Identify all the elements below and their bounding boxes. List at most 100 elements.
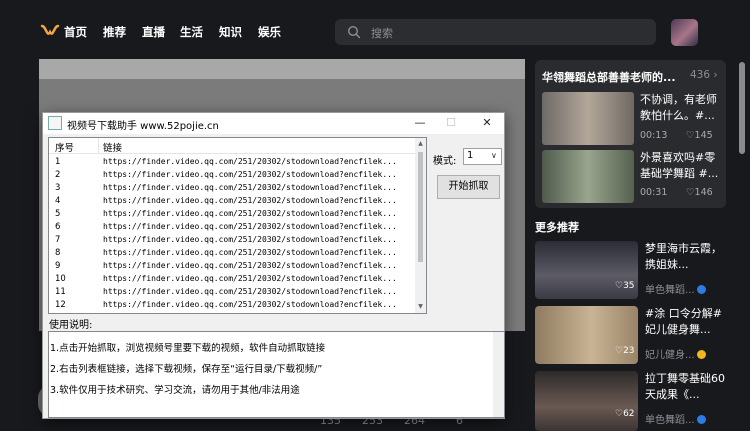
row-link[interactable]: https://finder.video.qq.com/251/20302/st…	[103, 287, 397, 296]
table-row[interactable]: 5 https://finder.video.qq.com/251/20302/s…	[49, 208, 415, 221]
recommend-likes: ♡62	[615, 409, 635, 419]
recommend-thumbnail[interactable]: ♡23	[535, 306, 638, 364]
mode-label: 模式:	[433, 156, 457, 167]
verified-badge-icon	[696, 415, 706, 424]
heart-icon: ♡	[615, 281, 624, 291]
author-name: 单色舞蹈...	[645, 415, 695, 426]
row-number: 5	[55, 209, 61, 219]
row-link[interactable]: https://finder.video.qq.com/251/20302/st…	[103, 170, 397, 179]
row-number: 1	[55, 157, 61, 167]
scroll-down-icon[interactable]: ▼	[417, 303, 424, 310]
nav-entertainment[interactable]: 娱乐	[258, 24, 281, 40]
row-link[interactable]: https://finder.video.qq.com/251/20302/st…	[103, 300, 397, 309]
nav-recommend[interactable]: 推荐	[103, 24, 126, 40]
nav-home[interactable]: 首页	[64, 24, 87, 40]
nav-live[interactable]: 直播	[142, 24, 165, 40]
minimize-button[interactable]: —	[409, 115, 431, 131]
row-link[interactable]: https://finder.video.qq.com/251/20302/st…	[103, 196, 397, 205]
recommend-thumbnail[interactable]: ♡62	[535, 371, 638, 431]
collection-thumbnail[interactable]	[542, 92, 634, 145]
verified-badge-icon	[696, 350, 706, 359]
row-link[interactable]: https://finder.video.qq.com/251/20302/st…	[103, 222, 397, 231]
window-titlebar[interactable]: 视频号下载助手 www.52pojie.cn — ☐ ✕	[43, 113, 504, 134]
verified-badge-icon	[696, 285, 706, 294]
collection-video-likes: ♡145	[686, 130, 713, 141]
video-top-strip	[39, 59, 525, 79]
recommend-likes: ♡35	[615, 281, 635, 291]
heart-icon: ♡	[615, 346, 624, 356]
table-row[interactable]: 2 https://finder.video.qq.com/251/20302/s…	[49, 169, 415, 182]
search-placeholder: 搜索	[371, 27, 393, 40]
table-row[interactable]: 1 https://finder.video.qq.com/251/20302/s…	[49, 156, 415, 169]
recommend-likes: ♡23	[615, 346, 635, 356]
recommend-thumbnail[interactable]: ♡35	[535, 241, 638, 299]
row-link[interactable]: https://finder.video.qq.com/251/20302/st…	[103, 157, 397, 166]
top-nav: 首页 推荐 直播 生活 知识 娱乐 搜索	[0, 0, 750, 62]
row-link[interactable]: https://finder.video.qq.com/251/20302/st…	[103, 274, 397, 283]
page-scrollbar[interactable]	[739, 62, 745, 154]
avatar[interactable]	[671, 19, 698, 46]
row-number: 7	[55, 235, 61, 245]
likes-value: 35	[623, 281, 635, 291]
row-number: 10	[55, 274, 66, 284]
row-link[interactable]: https://finder.video.qq.com/251/20302/st…	[103, 235, 397, 244]
usage-line: 3.软件仅用于技术研究、学习交流，请勿用于其他/非法用途	[50, 385, 300, 396]
table-row[interactable]: 10 https://finder.video.qq.com/251/20302/…	[49, 273, 415, 286]
close-button[interactable]: ✕	[476, 115, 498, 131]
table-row[interactable]: 11 https://finder.video.qq.com/251/20302/…	[49, 286, 415, 299]
column-header-link[interactable]: 链接	[103, 140, 122, 154]
search-box[interactable]: 搜索	[335, 19, 656, 45]
collection-video-likes: ♡146	[686, 187, 713, 198]
table-row[interactable]: 7 https://finder.video.qq.com/251/20302/s…	[49, 234, 415, 247]
usage-line: 2.右击列表框链接，选择下载视频，保存至“运行目录/下载视频/”	[50, 364, 323, 375]
list-scrollbar[interactable]: ▲ ▼	[415, 138, 426, 313]
table-row[interactable]: 3 https://finder.video.qq.com/251/20302/s…	[49, 182, 415, 195]
row-number: 3	[55, 183, 61, 193]
heart-icon: ♡	[615, 409, 624, 419]
heart-icon: ♡	[686, 130, 695, 141]
collection-count-value: 436	[690, 69, 711, 81]
table-row[interactable]: 4 https://finder.video.qq.com/251/20302/s…	[49, 195, 415, 208]
usage-label: 使用说明:	[49, 320, 93, 331]
recommend-title[interactable]: 梦里海市云霞，携姐妹...	[645, 241, 727, 273]
row-link[interactable]: https://finder.video.qq.com/251/20302/st…	[103, 183, 397, 192]
column-header-number[interactable]: 序号	[55, 140, 74, 154]
logo-icon[interactable]	[40, 22, 60, 42]
table-row[interactable]: 8 https://finder.video.qq.com/251/20302/s…	[49, 247, 415, 260]
usage-line: 1.点击开始抓取，浏览视频号里要下载的视频，软件自动抓取链接	[50, 343, 326, 354]
row-number: 11	[55, 287, 66, 297]
link-list[interactable]: 序号 链接 1 https://finder.video.qq.com/251/2…	[48, 137, 427, 314]
recommend-title[interactable]: #涂 口令分解#妃儿健身舞...	[645, 306, 727, 338]
mode-select-value: 1	[467, 150, 474, 161]
usage-textbox[interactable]: 1.点击开始抓取，浏览视频号里要下载的视频，软件自动抓取链接 2.右击列表框链接…	[48, 331, 505, 418]
maximize-button[interactable]: ☐	[440, 115, 462, 131]
mode-select[interactable]: 1 ∨	[463, 148, 502, 165]
row-number: 6	[55, 222, 61, 232]
nav-knowledge[interactable]: 知识	[219, 24, 242, 40]
recommend-author: 妃儿健身...	[645, 346, 706, 361]
collection-video-duration: 00:13	[640, 130, 668, 141]
collection-video-title[interactable]: 不协调，有老师教怕什么。#...	[640, 92, 722, 124]
nav-life[interactable]: 生活	[180, 24, 203, 40]
collection-video-duration: 00:31	[640, 187, 668, 198]
row-number: 12	[55, 300, 66, 310]
page: 首页 推荐 直播 生活 知识 娱乐 搜索 135 253 264 6 华翎舞蹈总…	[0, 0, 750, 431]
scroll-thumb[interactable]	[418, 152, 423, 262]
search-icon	[347, 25, 361, 39]
recommend-title[interactable]: 拉丁舞零基础60天成果《...	[645, 371, 727, 403]
row-link[interactable]: https://finder.video.qq.com/251/20302/st…	[103, 261, 397, 270]
table-row[interactable]: 9 https://finder.video.qq.com/251/20302/s…	[49, 260, 415, 273]
table-row[interactable]: 12 https://finder.video.qq.com/251/20302/…	[49, 299, 415, 312]
likes-value: 23	[623, 346, 635, 356]
row-number: 2	[55, 170, 61, 180]
scroll-up-icon[interactable]: ▲	[417, 140, 424, 147]
more-recommend-title: 更多推荐	[535, 221, 579, 234]
start-capture-button[interactable]: 开始抓取	[437, 175, 500, 199]
table-row[interactable]: 6 https://finder.video.qq.com/251/20302/s…	[49, 221, 415, 234]
usage-scrollbar[interactable]	[493, 332, 504, 417]
row-link[interactable]: https://finder.video.qq.com/251/20302/st…	[103, 248, 397, 257]
collection-title[interactable]: 华翎舞蹈总部善善老师的...	[542, 69, 676, 85]
collection-thumbnail[interactable]	[542, 150, 634, 203]
row-link[interactable]: https://finder.video.qq.com/251/20302/st…	[103, 209, 397, 218]
collection-video-title[interactable]: 外景喜欢吗#零基础学舞蹈 #...	[640, 150, 722, 182]
